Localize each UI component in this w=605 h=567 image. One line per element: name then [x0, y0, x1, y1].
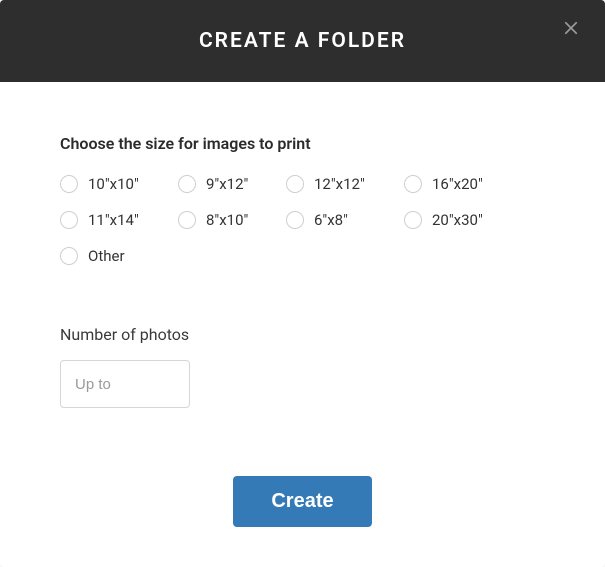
size-radio-group: 10"x10" 9"x12" 12"x12" 16"x20" 11"x14" 8…: [60, 175, 545, 265]
photo-count-label: Number of photos: [60, 325, 545, 344]
radio-label: 10"x10": [88, 175, 139, 193]
radio-icon: [178, 175, 196, 193]
radio-icon: [60, 175, 78, 193]
radio-label: 9"x12": [206, 175, 248, 193]
modal-title: CREATE A FOLDER: [199, 29, 406, 53]
size-option-10x10[interactable]: 10"x10": [60, 175, 170, 193]
size-option-other[interactable]: Other: [60, 247, 170, 265]
radio-label: 16"x20": [432, 175, 483, 193]
radio-icon: [404, 211, 422, 229]
radio-label: 20"x30": [432, 211, 483, 229]
radio-icon: [178, 211, 196, 229]
create-button[interactable]: Create: [233, 476, 371, 527]
size-option-11x14[interactable]: 11"x14": [60, 211, 170, 229]
radio-label: 12"x12": [314, 175, 365, 193]
size-option-12x12[interactable]: 12"x12": [286, 175, 396, 193]
radio-label: 6"x8": [314, 211, 348, 229]
radio-label: 11"x14": [88, 211, 139, 229]
size-section-label: Choose the size for images to print: [60, 134, 545, 153]
radio-icon: [404, 175, 422, 193]
size-option-6x8[interactable]: 6"x8": [286, 211, 396, 229]
size-option-9x12[interactable]: 9"x12": [178, 175, 278, 193]
photo-count-input[interactable]: [60, 360, 190, 408]
radio-icon: [286, 211, 304, 229]
radio-label: 8"x10": [206, 211, 248, 229]
size-option-8x10[interactable]: 8"x10": [178, 211, 278, 229]
modal-footer: Create: [0, 476, 605, 567]
modal-body: Choose the size for images to print 10"x…: [0, 82, 605, 476]
radio-icon: [60, 211, 78, 229]
close-button[interactable]: [557, 14, 585, 42]
radio-icon: [286, 175, 304, 193]
size-option-20x30[interactable]: 20"x30": [404, 211, 514, 229]
create-folder-modal: CREATE A FOLDER Choose the size for imag…: [0, 0, 605, 567]
modal-header: CREATE A FOLDER: [0, 0, 605, 82]
size-option-16x20[interactable]: 16"x20": [404, 175, 514, 193]
radio-label: Other: [88, 247, 125, 265]
radio-icon: [60, 247, 78, 265]
close-icon: [562, 19, 580, 37]
